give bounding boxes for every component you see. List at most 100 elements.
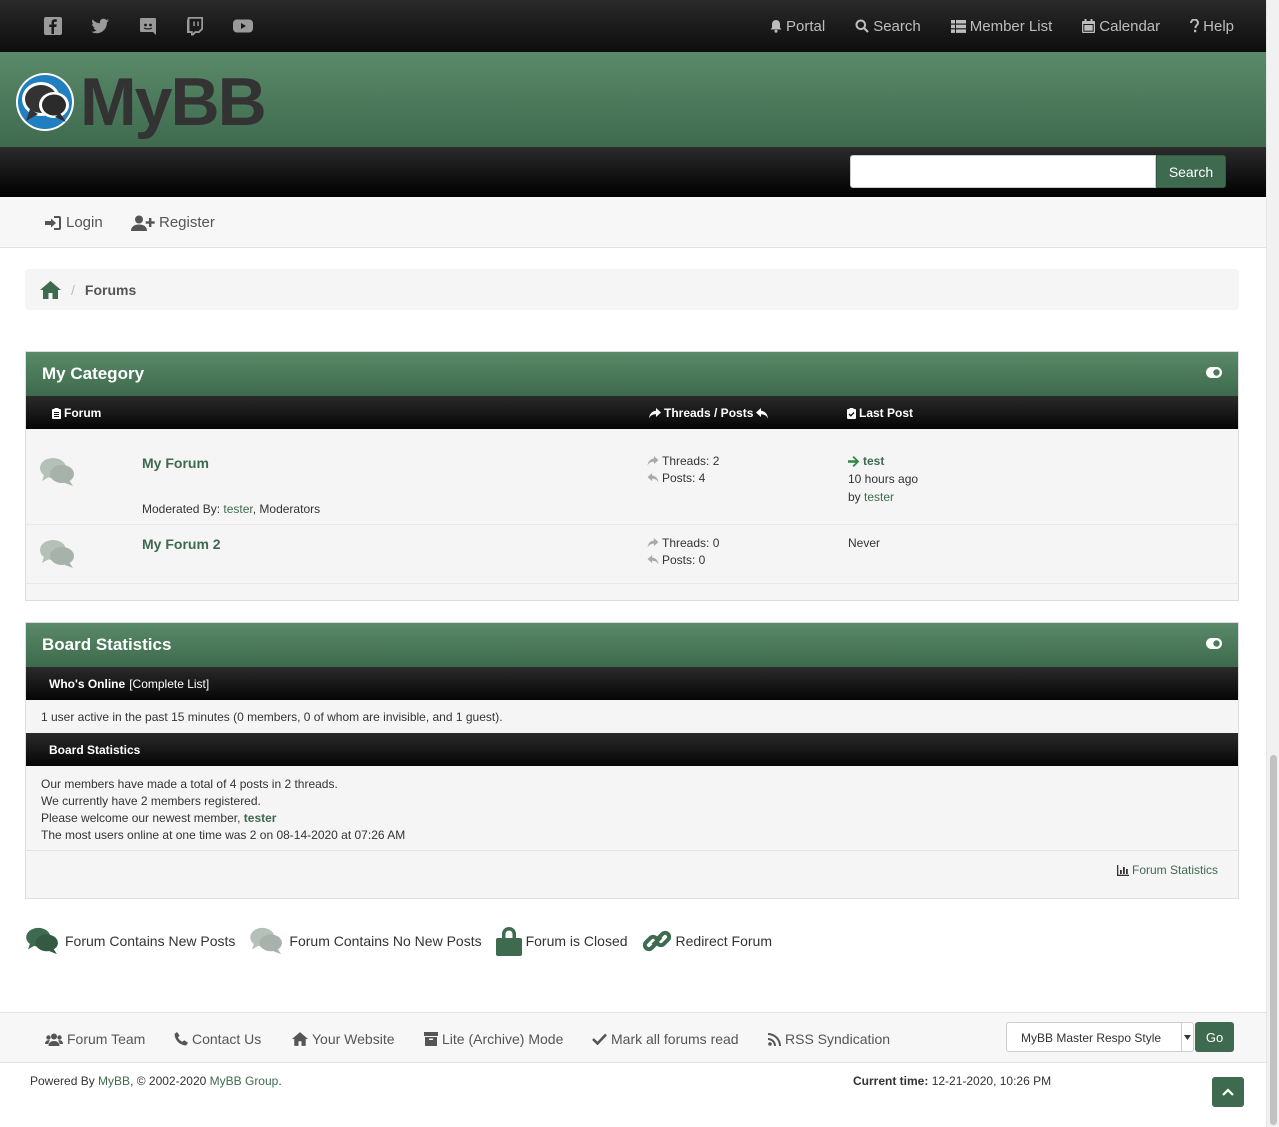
mybb-link[interactable]: MyBB <box>98 1074 130 1088</box>
powered-by: Powered By MyBB, © 2002-2020 MyBB Group. <box>30 1074 282 1088</box>
phone-icon <box>174 1032 188 1046</box>
footer-lite-mode[interactable]: Lite (Archive) Mode <box>424 1031 563 1047</box>
breadcrumb: / Forums <box>25 269 1239 310</box>
board-statistics-title: Board Statistics <box>42 635 172 654</box>
footer-contact-us[interactable]: Contact Us <box>174 1031 261 1047</box>
category-columns: Forum Threads / Posts Last Post <box>26 396 1238 429</box>
forum-threads-count: Threads: 0 <box>647 536 719 550</box>
moderated-by-label: Moderated By: <box>142 502 221 516</box>
column-threads-posts: Threads / Posts <box>646 406 771 420</box>
board-stats-body: Our members have made a total of 4 posts… <box>26 766 1238 851</box>
nav-calendar[interactable]: Calendar <box>1082 18 1160 35</box>
powered-copyright: , © 2002-2020 <box>130 1074 207 1088</box>
login-link[interactable]: Login <box>44 214 103 231</box>
bell-icon <box>770 20 782 33</box>
category-title[interactable]: My Category <box>42 364 144 384</box>
footer-forum-team-label: Forum Team <box>67 1031 146 1047</box>
twitch-icon[interactable] <box>185 16 205 36</box>
forum-link-my-forum-2[interactable]: My Forum 2 <box>142 536 221 552</box>
stats-line-most-online: The most users online at one time was 2 … <box>41 828 406 842</box>
home-icon[interactable] <box>40 280 61 299</box>
footer-your-website[interactable]: Your Website <box>292 1031 395 1047</box>
footer-mark-read-label: Mark all forums read <box>611 1031 739 1047</box>
complete-list-link[interactable]: [Complete List] <box>129 677 209 691</box>
legend-new-posts-label: Forum Contains New Posts <box>65 933 236 949</box>
current-time-value: 12-21-2020, 10:26 PM <box>931 1074 1052 1088</box>
theme-select[interactable]: MyBB Master Respo Style <box>1006 1022 1194 1052</box>
footer-rss-label: RSS Syndication <box>785 1031 891 1047</box>
moderator-user-link[interactable]: tester <box>223 502 252 516</box>
last-post-title: test <box>863 454 885 468</box>
discord-icon[interactable] <box>138 16 158 36</box>
twitter-icon[interactable] <box>90 16 110 36</box>
breadcrumb-separator: / <box>71 281 75 298</box>
forum-threads-count: Threads: 2 <box>647 454 719 468</box>
powered-end: . <box>278 1074 282 1088</box>
share-icon <box>647 538 659 548</box>
current-time: Current time: 12-21-2020, 10:26 PM <box>853 1074 1051 1088</box>
footer-your-website-label: Your Website <box>312 1031 395 1047</box>
powered-prefix: Powered By <box>30 1074 95 1088</box>
sign-in-icon <box>45 215 61 230</box>
search-bar: Search <box>0 147 1266 197</box>
calendar-icon <box>1082 19 1096 33</box>
site-header: MyBB <box>0 52 1266 147</box>
comments-new-icon <box>26 927 58 955</box>
collapse-toggle-icon[interactable] <box>1206 638 1222 649</box>
search-icon <box>855 19 869 33</box>
footer-mark-read[interactable]: Mark all forums read <box>592 1031 739 1047</box>
nav-search[interactable]: Search <box>855 18 921 35</box>
last-post-never: Never <box>848 536 881 550</box>
user-plus-icon <box>131 215 155 231</box>
nav-calendar-label: Calendar <box>1099 17 1161 35</box>
back-to-top-button[interactable] <box>1212 1077 1244 1107</box>
page-scrollbar[interactable] <box>1266 0 1279 1127</box>
comments-no-new-icon <box>40 458 74 486</box>
link-icon <box>642 930 671 952</box>
nav-member-list[interactable]: Member List <box>950 17 1053 35</box>
last-post-link[interactable]: test <box>848 454 918 468</box>
category-header: My Category <box>26 352 1238 396</box>
whos-online-heading-text: Who's Online [Complete List] <box>49 677 209 691</box>
go-button[interactable]: Go <box>1195 1022 1234 1052</box>
board-stats-heading: Board Statistics <box>26 733 1238 766</box>
clipboard-icon <box>52 407 61 419</box>
stats-line-newest: Please welcome our newest member, tester <box>41 810 1238 827</box>
forum-link-my-forum[interactable]: My Forum <box>142 455 209 471</box>
register-link[interactable]: Register <box>131 214 215 231</box>
dropdown-arrow-icon <box>1181 1023 1193 1051</box>
column-last-post-label: Last Post <box>859 406 914 420</box>
newest-member-link[interactable]: tester <box>244 811 277 825</box>
mybb-logo[interactable]: MyBB <box>14 68 267 136</box>
whos-online-label: Who's Online <box>49 677 126 691</box>
facebook-icon[interactable] <box>43 16 63 36</box>
search-input[interactable] <box>850 155 1156 188</box>
top-bar: Portal Search Member List Calendar Help <box>0 0 1266 52</box>
nav-portal[interactable]: Portal <box>770 18 825 35</box>
chevron-up-icon <box>1222 1088 1234 1096</box>
legend-redirect-label: Redirect Forum <box>675 933 772 949</box>
share-icon <box>649 407 661 418</box>
forum-row: My Forum Threads: 2 Posts: 4 test 10 hou… <box>26 429 1238 525</box>
nav-member-list-label: Member List <box>969 17 1053 35</box>
last-post: test 10 hours ago by tester <box>848 454 918 504</box>
last-post-user-link[interactable]: tester <box>864 490 894 504</box>
nav-portal-label: Portal <box>786 17 826 35</box>
current-time-label: Current time: <box>853 1074 929 1088</box>
search-button[interactable]: Search <box>1156 155 1226 188</box>
forum-statistics-link[interactable]: Forum Statistics <box>1116 863 1218 877</box>
scrollbar-thumb[interactable] <box>1270 755 1277 1125</box>
stats-line-members: We currently have 2 members registered. <box>41 794 261 808</box>
list-icon <box>950 19 966 33</box>
column-last-post: Last Post <box>844 406 913 420</box>
nav-help[interactable]: Help <box>1190 18 1234 35</box>
collapse-toggle-icon[interactable] <box>1206 367 1222 378</box>
youtube-icon[interactable] <box>232 16 254 36</box>
stats-newest-prefix: Please welcome our newest member, <box>41 811 241 825</box>
mybb-group-link[interactable]: MyBB Group <box>210 1074 279 1088</box>
column-forum: Forum <box>49 406 101 420</box>
legend-new-posts: Forum Contains New Posts <box>25 927 235 955</box>
board-stats-label: Board Statistics <box>49 743 141 757</box>
footer-forum-team[interactable]: Forum Team <box>45 1031 145 1047</box>
footer-rss[interactable]: RSS Syndication <box>768 1031 890 1047</box>
